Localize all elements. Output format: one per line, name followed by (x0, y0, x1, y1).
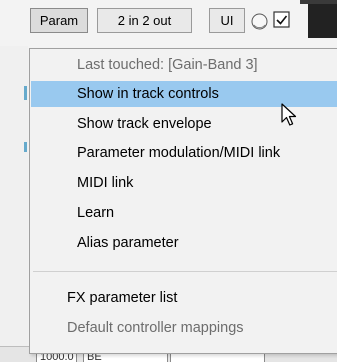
menu-item-label: FX parameter list (67, 290, 178, 306)
panel-marker (24, 86, 27, 100)
param-button[interactable]: Param (30, 8, 88, 33)
menu-item-learn[interactable]: Learn (31, 200, 337, 226)
menu-item-default-controller-mappings: Default controller mappings (31, 315, 337, 341)
panel-marker (24, 142, 27, 152)
menu-header: Last touched: [Gain-Band 3] (31, 52, 337, 78)
mouse-pointer-icon (281, 103, 297, 126)
menu-item-parameter-modulation[interactable]: Parameter modulation/MIDI link (31, 140, 337, 166)
menu-header-label: Last touched: [Gain-Band 3] (77, 57, 258, 73)
fx-window: Param 2 in 2 out UI 1000.0 BE Last touch… (0, 0, 337, 362)
left-panel (0, 46, 28, 346)
menu-item-label: Learn (77, 205, 115, 221)
menu-item-label: Alias parameter (77, 235, 179, 251)
bypass-indicator[interactable] (308, 4, 337, 38)
menu-item-alias-parameter[interactable]: Alias parameter (31, 230, 337, 256)
menu-item-label: MIDI link (77, 175, 134, 191)
knob-icon[interactable] (251, 13, 268, 30)
menu-separator (33, 271, 337, 272)
menu-item-label: Show track envelope (77, 116, 212, 132)
menu-item-label: Parameter modulation/MIDI link (77, 145, 281, 161)
menu-item-fx-parameter-list[interactable]: FX parameter list (31, 285, 337, 311)
fx-toolbar: Param 2 in 2 out UI (0, 0, 337, 46)
context-menu: Last touched: [Gain-Band 3] Show in trac… (29, 48, 337, 354)
ui-button[interactable]: UI (209, 8, 245, 33)
menu-item-label: Show in track controls (77, 86, 219, 102)
menu-item-label: Default controller mappings (67, 320, 244, 336)
io-button[interactable]: 2 in 2 out (97, 8, 192, 33)
menu-item-midi-link[interactable]: MIDI link (31, 170, 337, 196)
checkbox-icon[interactable] (273, 11, 291, 29)
